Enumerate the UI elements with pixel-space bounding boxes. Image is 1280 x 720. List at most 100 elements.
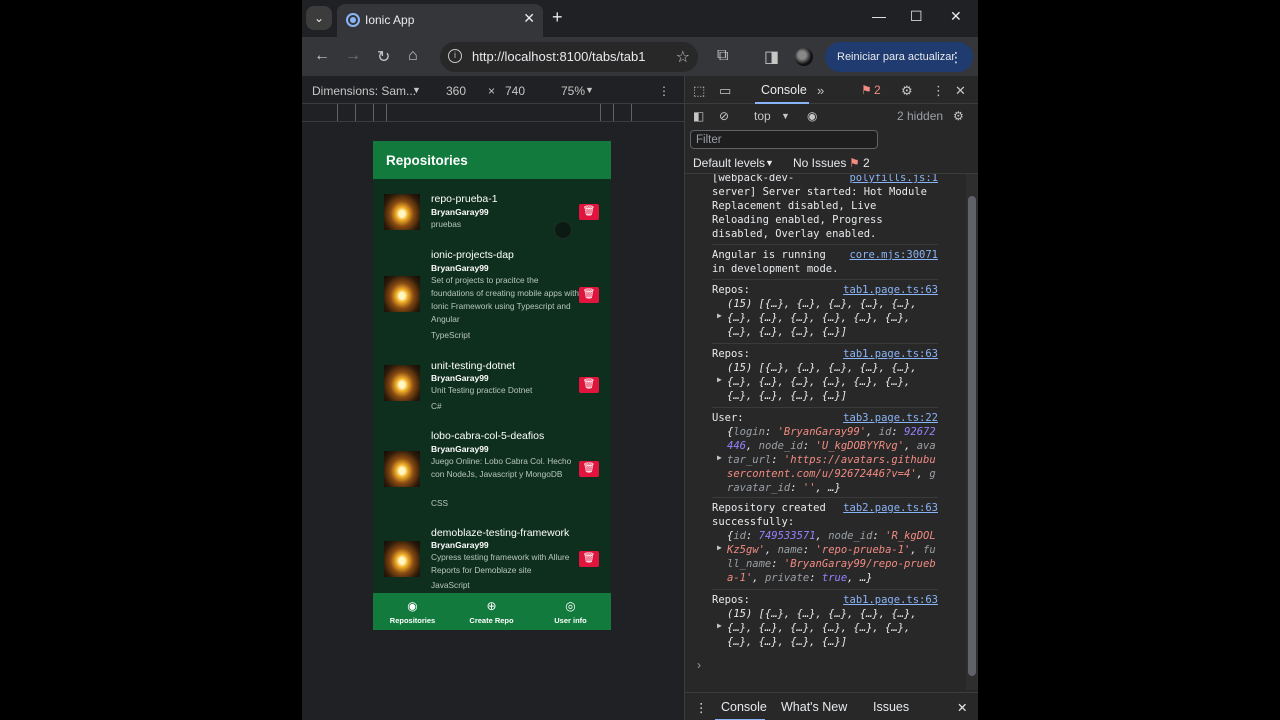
- viewport-height[interactable]: 740: [505, 84, 525, 98]
- new-tab-icon[interactable]: +: [552, 7, 563, 28]
- address-bar[interactable]: i http://localhost:8100/tabs/tab1 ☆: [440, 42, 698, 72]
- console-log: [webpack-dev- server] Server started: Ho…: [685, 174, 965, 690]
- expand-caret-icon[interactable]: ▶: [717, 375, 722, 384]
- delete-button[interactable]: 🗑: [579, 204, 599, 220]
- caret-down-icon: ▼: [585, 85, 594, 95]
- settings-gear-icon[interactable]: ⚙: [901, 83, 913, 99]
- delete-button[interactable]: 🗑: [579, 551, 599, 567]
- console-object[interactable]: (15) [{…}, {…}, {…}, {…}, {…}, {…}, {…},…: [727, 607, 917, 649]
- console-message: Repos: tab1.page.ts:63 ▶ (15) [{…}, {…},…: [712, 279, 938, 341]
- source-link[interactable]: tab3.page.ts:22: [843, 411, 938, 425]
- tab-repositories[interactable]: ◉ Repositories: [373, 593, 452, 630]
- media-query-ruler: [302, 104, 684, 122]
- back-icon[interactable]: ←: [314, 47, 330, 65]
- side-panel-icon[interactable]: ◨: [764, 47, 779, 67]
- minimize-icon[interactable]: —: [872, 8, 886, 24]
- devtools-menu-icon[interactable]: ⋮: [932, 83, 945, 99]
- issues-badge-icon[interactable]: ⚑: [861, 83, 872, 97]
- devtools-drawer-tabs: ⋮ Console What's New Issues ✕: [685, 692, 978, 720]
- expand-caret-icon[interactable]: ▶: [717, 621, 722, 630]
- source-link[interactable]: tab1.page.ts:63: [843, 347, 938, 361]
- dimensions-select[interactable]: Dimensions: Sam...: [312, 84, 416, 98]
- console-settings-icon[interactable]: ⚙: [953, 109, 964, 123]
- source-link[interactable]: polyfills.js:1: [849, 174, 938, 185]
- drawer-tab-whats-new[interactable]: What's New: [781, 700, 847, 714]
- expand-caret-icon[interactable]: ▶: [717, 453, 722, 462]
- sidebar-toggle-icon[interactable]: ◧: [693, 109, 704, 123]
- tab-create-repo[interactable]: ⊕ Create Repo: [452, 593, 531, 630]
- context-select[interactable]: top: [754, 109, 771, 123]
- repo-owner: BryanGaray99: [431, 263, 489, 273]
- tab-console[interactable]: Console: [761, 83, 807, 97]
- caret-down-icon: ▼: [781, 111, 790, 121]
- reload-icon[interactable]: ↻: [377, 47, 390, 67]
- repo-owner: BryanGaray99: [431, 373, 489, 383]
- list-item[interactable]: demoblaze-testing-framework BryanGaray99…: [373, 523, 611, 593]
- repo-language: C#: [431, 401, 442, 411]
- caret-down-icon: ▼: [765, 158, 774, 168]
- source-link[interactable]: tab1.page.ts:63: [843, 593, 938, 607]
- repo-description: Cypress testing framework with Allure Re…: [431, 552, 570, 575]
- list-item[interactable]: repo-prueba-1 BryanGaray99 pruebas 🗑: [373, 189, 611, 239]
- list-item[interactable]: ionic-projects-dap BryanGaray99 Set of p…: [373, 245, 611, 345]
- repo-avatar: [384, 276, 420, 312]
- source-link[interactable]: tab1.page.ts:63: [843, 283, 938, 297]
- profile-avatar[interactable]: [795, 48, 813, 66]
- devtools-close-icon[interactable]: ✕: [955, 83, 966, 99]
- console-message-label: Repos:: [712, 594, 750, 606]
- tab-user-info[interactable]: ◎ User info: [531, 593, 610, 630]
- window-close-icon[interactable]: ✕: [950, 8, 962, 25]
- console-object[interactable]: {id: 749533571, node_id: 'R_kgDOL Kz5gw'…: [727, 529, 936, 585]
- more-menu-icon[interactable]: ⋮: [949, 49, 963, 66]
- tab-search-button[interactable]: ⌄: [306, 6, 332, 30]
- repo-name: lobo-cabra-col-5-deafios: [431, 430, 545, 442]
- maximize-icon[interactable]: ☐: [910, 8, 923, 25]
- default-levels-select[interactable]: Default levels: [693, 156, 765, 170]
- drawer-menu-icon[interactable]: ⋮: [695, 700, 708, 715]
- source-link[interactable]: tab2.page.ts:63: [843, 501, 938, 515]
- add-circle-icon: ⊕: [486, 599, 497, 613]
- hidden-count[interactable]: 2 hidden: [897, 109, 943, 123]
- console-scrollbar[interactable]: [966, 174, 978, 690]
- clear-console-icon[interactable]: ⊘: [719, 109, 729, 123]
- home-icon[interactable]: ⌂: [408, 47, 418, 65]
- console-object[interactable]: {login: 'BryanGaray99', id: 92672 446, n…: [727, 425, 936, 495]
- viewport-width[interactable]: 360: [446, 84, 466, 98]
- expand-caret-icon[interactable]: ▶: [717, 311, 722, 320]
- drawer-tab-issues[interactable]: Issues: [873, 700, 909, 714]
- extensions-icon[interactable]: ⧉: [717, 47, 728, 65]
- delete-button[interactable]: 🗑: [579, 287, 599, 303]
- more-tabs-icon[interactable]: »: [817, 83, 824, 98]
- repo-avatar: [384, 451, 420, 487]
- drawer-tab-console[interactable]: Console: [721, 700, 767, 714]
- expand-caret-icon[interactable]: ▶: [717, 543, 722, 552]
- drawer-close-icon[interactable]: ✕: [957, 700, 967, 715]
- source-link[interactable]: core.mjs:30071: [849, 248, 938, 262]
- console-prompt-icon[interactable]: ›: [697, 658, 701, 672]
- console-object[interactable]: (15) [{…}, {…}, {…}, {…}, {…}, {…}, {…},…: [727, 297, 917, 339]
- more-options-icon[interactable]: ⋮: [658, 84, 670, 98]
- repo-owner: BryanGaray99: [431, 207, 489, 217]
- bookmark-star-icon[interactable]: ☆: [676, 47, 690, 67]
- site-info-icon[interactable]: i: [448, 49, 462, 63]
- zoom-select[interactable]: 75%: [561, 84, 585, 98]
- live-expression-eye-icon[interactable]: ◉: [807, 109, 817, 123]
- inspect-element-icon[interactable]: ⬚: [693, 83, 705, 99]
- delete-button[interactable]: 🗑: [579, 377, 599, 393]
- list-item[interactable]: unit-testing-dotnet BryanGaray99 Unit Te…: [373, 356, 611, 416]
- times-symbol: ×: [488, 84, 496, 98]
- update-button-label: Reiniciar para actualizar: [837, 51, 955, 63]
- scrollbar-thumb[interactable]: [968, 196, 976, 676]
- close-icon[interactable]: ✕: [523, 10, 535, 27]
- browser-tab[interactable]: Ionic App ✕: [337, 4, 543, 37]
- no-issues-label[interactable]: No Issues: [793, 156, 846, 170]
- update-button[interactable]: Reiniciar para actualizar ⋮: [825, 42, 973, 72]
- delete-button[interactable]: 🗑: [579, 461, 599, 477]
- filter-input[interactable]: Filter: [690, 130, 878, 149]
- trash-icon: 🗑: [582, 379, 596, 390]
- console-object[interactable]: (15) [{…}, {…}, {…}, {…}, {…}, {…}, {…},…: [727, 361, 917, 403]
- list-item[interactable]: lobo-cabra-col-5-deafios BryanGaray99 Ju…: [373, 426, 611, 516]
- device-toggle-icon[interactable]: ▭: [719, 83, 731, 99]
- url-text: http://localhost:8100/tabs/tab1: [472, 49, 646, 64]
- forward-icon[interactable]: →: [345, 47, 361, 65]
